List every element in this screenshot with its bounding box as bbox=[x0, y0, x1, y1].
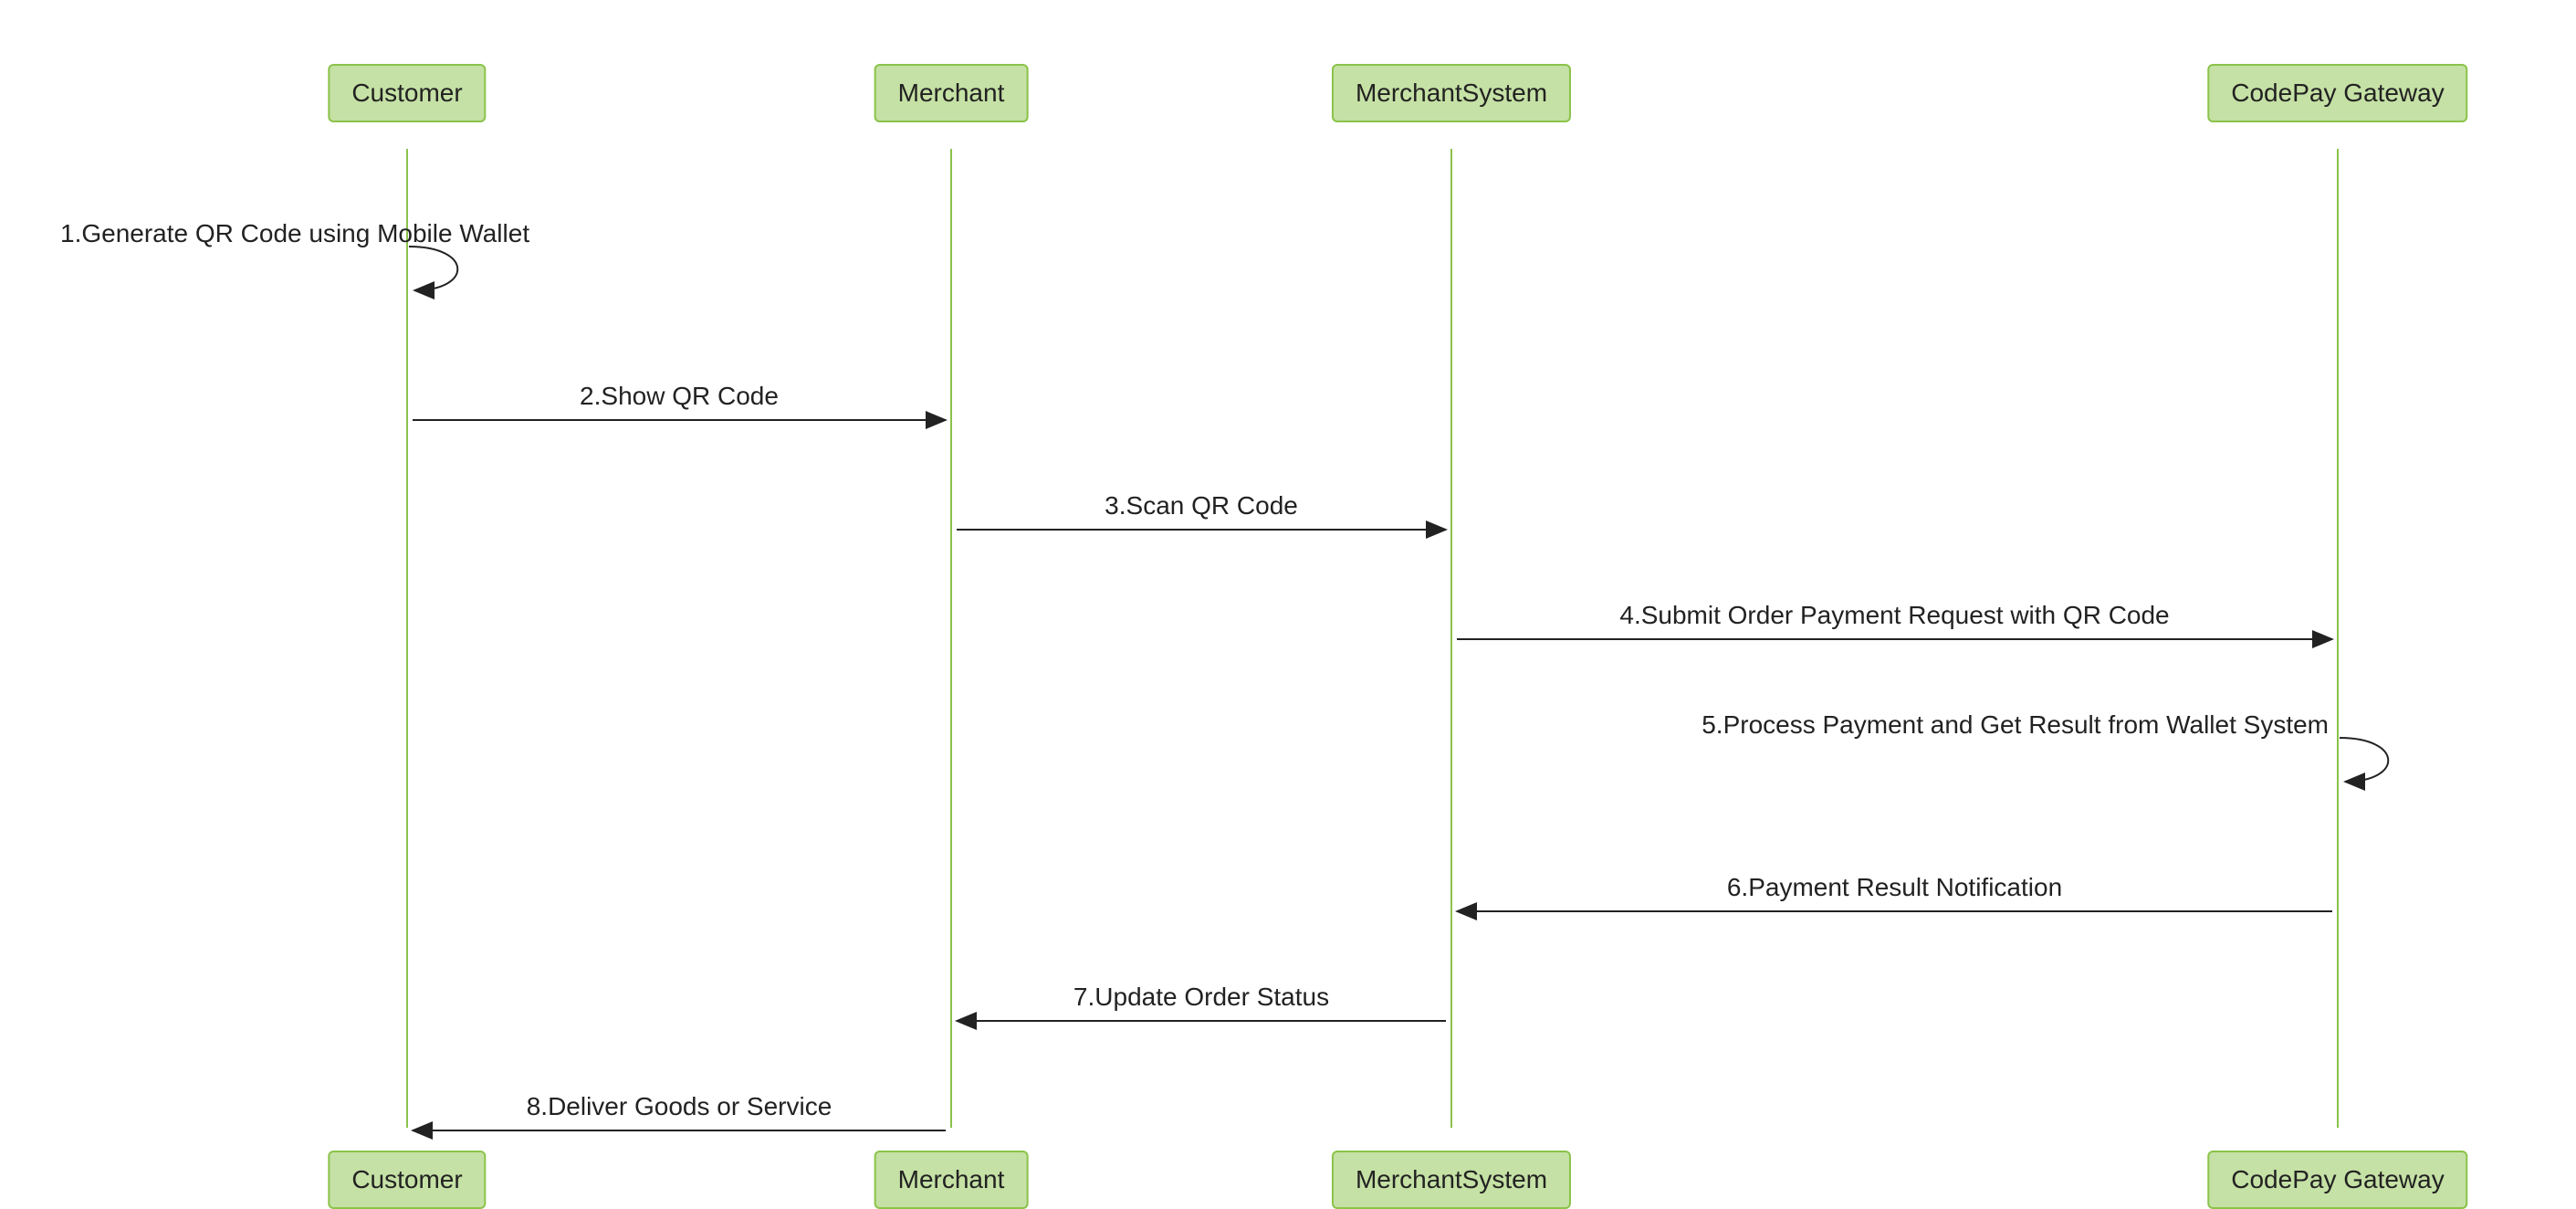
lifeline-merchantsystem bbox=[1450, 149, 1452, 1128]
message-label-6: 6.Payment Result Notification bbox=[1727, 873, 2062, 902]
participant-merchantsystem-bottom: MerchantSystem bbox=[1332, 1151, 1571, 1209]
participant-customer-top: Customer bbox=[328, 64, 486, 122]
participant-merchant-bottom: Merchant bbox=[874, 1151, 1029, 1209]
participant-customer-bottom: Customer bbox=[328, 1151, 486, 1209]
participant-gateway-bottom: CodePay Gateway bbox=[2207, 1151, 2467, 1209]
message-label-7: 7.Update Order Status bbox=[1073, 983, 1329, 1012]
message-label-8: 8.Deliver Goods or Service bbox=[527, 1092, 832, 1121]
message-label-4: 4.Submit Order Payment Request with QR C… bbox=[1619, 601, 2169, 630]
message-label-1: 1.Generate QR Code using Mobile Wallet bbox=[60, 219, 529, 248]
lifeline-merchant bbox=[950, 149, 952, 1128]
message-label-2: 2.Show QR Code bbox=[580, 382, 779, 411]
message-label-5: 5.Process Payment and Get Result from Wa… bbox=[1702, 710, 2329, 740]
message-arrow-5 bbox=[2340, 738, 2388, 782]
participant-gateway-top: CodePay Gateway bbox=[2207, 64, 2467, 122]
lifeline-customer bbox=[406, 149, 408, 1128]
participant-merchant-top: Merchant bbox=[874, 64, 1029, 122]
message-label-3: 3.Scan QR Code bbox=[1105, 491, 1298, 520]
participant-merchantsystem-top: MerchantSystem bbox=[1332, 64, 1571, 122]
message-arrow-1 bbox=[409, 247, 457, 290]
lifeline-gateway bbox=[2337, 149, 2339, 1128]
